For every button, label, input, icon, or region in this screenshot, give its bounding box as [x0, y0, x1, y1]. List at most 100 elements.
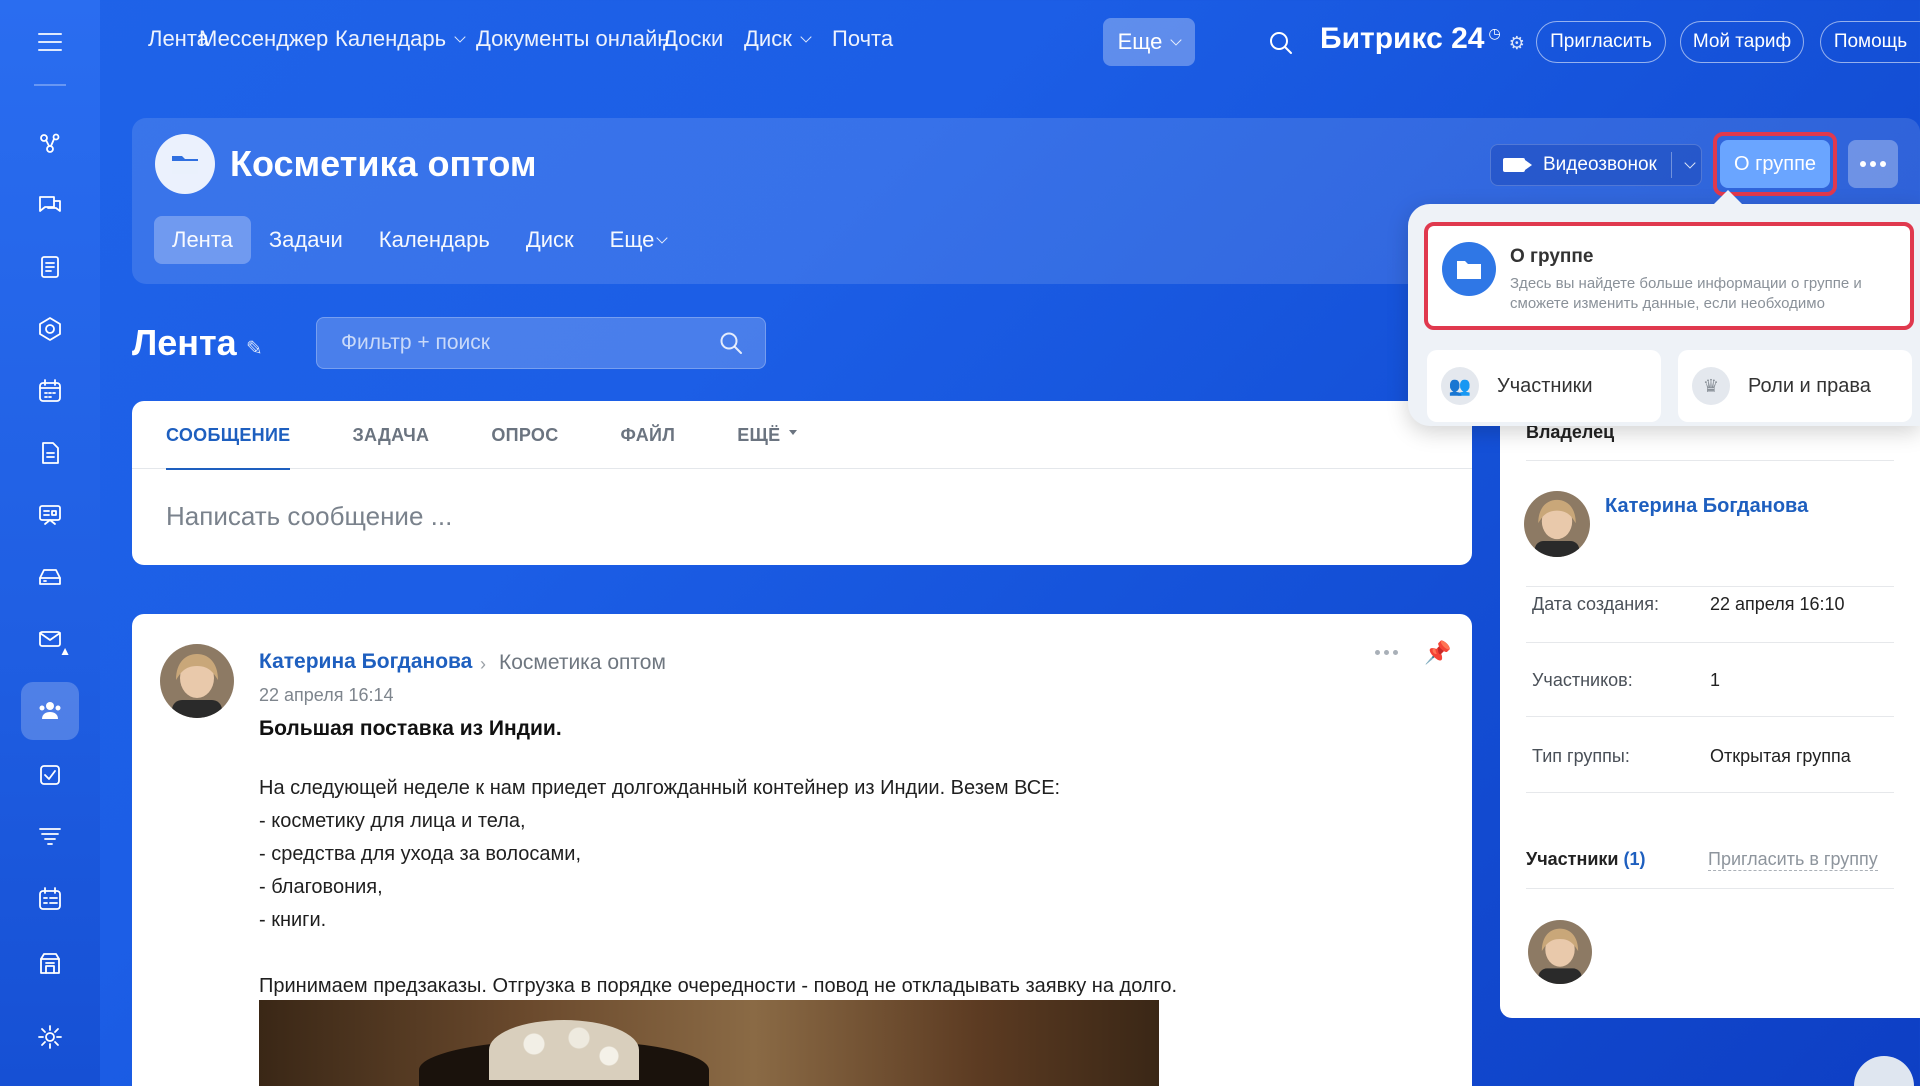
owner-avatar[interactable] — [1524, 491, 1590, 557]
message-input[interactable]: Написать сообщение ... — [166, 501, 452, 532]
warning-icon: ▲ — [59, 644, 71, 658]
rail-groups-icon[interactable] — [21, 682, 79, 740]
members-heading-count: (1) — [1623, 849, 1646, 869]
brand-logo[interactable]: Битрикс 24 ◷ ⚙ — [1320, 22, 1525, 56]
filter-search-input[interactable]: Фильтр + поиск — [316, 317, 766, 369]
more-options-icon[interactable] — [1848, 140, 1898, 188]
rail-funnel-icon[interactable] — [21, 808, 79, 866]
post-line: - благовония, — [259, 876, 383, 898]
folder-icon — [1442, 242, 1496, 296]
post-menu-icon[interactable] — [1375, 650, 1398, 655]
rail-mail-icon[interactable]: ▲ — [21, 610, 79, 668]
post-date[interactable]: 22 апреля 16:14 — [259, 685, 394, 706]
member-avatar[interactable] — [1528, 920, 1592, 984]
invite-to-group-link[interactable]: Пригласить в группу — [1708, 849, 1878, 871]
topnav-item-calendar[interactable]: Календарь — [335, 26, 466, 52]
rail-drive-icon[interactable] — [21, 548, 79, 606]
group-type-value: Открытая группа — [1710, 746, 1851, 766]
rail-docs-icon[interactable] — [21, 238, 79, 296]
group-tab-tasks[interactable]: Задачи — [251, 216, 361, 264]
topnav-label: Мессенджер — [199, 26, 329, 51]
topnav-more-button[interactable]: Еще — [1103, 18, 1195, 66]
rail-file-icon[interactable] — [21, 424, 79, 482]
composer-tab-more-label: ЕЩЁ — [737, 424, 781, 445]
pin-icon[interactable]: 📌 — [1424, 640, 1451, 666]
popup-members-item[interactable]: 👥 Участники — [1427, 350, 1661, 422]
topnav-item-mail[interactable]: Почта — [832, 26, 893, 52]
composer-tab-task[interactable]: ЗАДАЧА — [352, 401, 429, 469]
about-group-button[interactable]: О группе — [1720, 140, 1830, 188]
folder-icon — [155, 134, 215, 194]
composer-tab-file[interactable]: ФАЙЛ — [621, 401, 676, 469]
video-call-button[interactable]: Видеозвонок — [1490, 144, 1702, 186]
brand-number: 24 — [1451, 22, 1485, 55]
post-line: - средства для ухода за волосами, — [259, 843, 582, 865]
users-icon: 👥 — [1441, 367, 1479, 405]
sliders-icon[interactable]: ⚙ — [1509, 33, 1525, 54]
left-rail: ▲ — [0, 0, 100, 1086]
clock-icon: ◷ — [1488, 24, 1501, 41]
rail-hexagon-icon[interactable] — [21, 300, 79, 358]
members-heading: Участники (1) — [1526, 849, 1646, 870]
search-icon[interactable] — [719, 331, 743, 355]
group-type-label: Тип группы: — [1532, 746, 1630, 766]
topnav-item-documents[interactable]: Документы онлайн — [476, 26, 669, 52]
invite-button[interactable]: Пригласить — [1536, 21, 1666, 63]
popup-members-label: Участники — [1497, 374, 1593, 397]
tariff-button[interactable]: Мой тариф — [1680, 21, 1804, 63]
topnav-item-messenger[interactable]: Мессенджер — [199, 26, 328, 52]
composer-tab-message[interactable]: СООБЩЕНИЕ — [166, 401, 291, 470]
rail-schedule-icon[interactable] — [21, 870, 79, 928]
more-label: Еще — [1117, 29, 1163, 54]
search-icon[interactable] — [1268, 30, 1294, 56]
rail-store-icon[interactable] — [21, 934, 79, 992]
author-avatar[interactable] — [160, 644, 234, 718]
group-title: Косметика оптом — [230, 143, 537, 184]
divider — [1526, 586, 1894, 587]
chevron-down-icon — [800, 30, 812, 43]
split-divider — [1670, 152, 1672, 178]
group-tab-feed[interactable]: Лента — [154, 216, 251, 264]
composer-tab-more[interactable]: ЕЩЁ — [737, 401, 797, 469]
popup-roles-item[interactable]: ♛ Роли и права — [1678, 350, 1912, 422]
popup-about-group-item[interactable]: О группе Здесь вы найдете больше информа… — [1424, 222, 1914, 330]
chevron-right-icon: › — [480, 654, 486, 674]
feed-title: Лента — [132, 322, 237, 363]
brand-name: Битрикс — [1320, 22, 1443, 55]
rail-settings-icon[interactable] — [21, 1008, 79, 1066]
created-label: Дата создания: — [1532, 594, 1659, 614]
chevron-down-icon — [656, 231, 669, 244]
post-destination-link[interactable]: Косметика оптом — [499, 651, 666, 675]
image-content — [489, 1020, 639, 1080]
caret-down-icon — [788, 429, 797, 435]
rail-board-icon[interactable] — [21, 486, 79, 544]
post-author-link[interactable]: Катерина Богданова — [259, 650, 472, 674]
chat-bubble-icon[interactable] — [1854, 1056, 1914, 1086]
chevron-down-icon — [1170, 33, 1183, 46]
rail-chat-icon[interactable] — [21, 176, 79, 234]
popup-about-description: Здесь вы найдете больше информации о гру… — [1510, 275, 1862, 312]
pin-icon[interactable]: ✎ — [246, 336, 263, 361]
composer-tab-poll[interactable]: ОПРОС — [491, 401, 558, 469]
topnav-item-disk[interactable]: Диск — [744, 26, 812, 52]
post-line: Принимаем предзаказы. Отгрузка в порядке… — [259, 975, 1178, 997]
post-subject: Большая поставка из Индии. — [259, 717, 562, 740]
post-line — [259, 937, 1177, 970]
chevron-down-icon[interactable] — [1684, 156, 1696, 169]
post-body: На следующей неделе к нам приедет долгож… — [259, 772, 1177, 1003]
rail-calendar-icon[interactable] — [21, 362, 79, 420]
post-image[interactable] — [259, 1000, 1159, 1086]
help-button[interactable]: Помощь — [1820, 21, 1920, 63]
group-tab-calendar[interactable]: Календарь — [361, 216, 508, 264]
members-heading-text: Участники — [1526, 849, 1619, 869]
group-tab-more[interactable]: Еще — [592, 216, 685, 264]
rail-tasks-icon[interactable] — [21, 746, 79, 804]
divider — [1526, 792, 1894, 793]
rail-crm-icon[interactable] — [21, 114, 79, 172]
menu-icon[interactable] — [38, 33, 62, 51]
topnav-label: Доски — [663, 26, 724, 51]
topnav-item-boards[interactable]: Доски — [663, 26, 723, 52]
video-call-label: Видеозвонок — [1543, 154, 1657, 175]
owner-name-link[interactable]: Катерина Богданова — [1605, 495, 1808, 518]
group-tab-disk[interactable]: Диск — [508, 216, 592, 264]
